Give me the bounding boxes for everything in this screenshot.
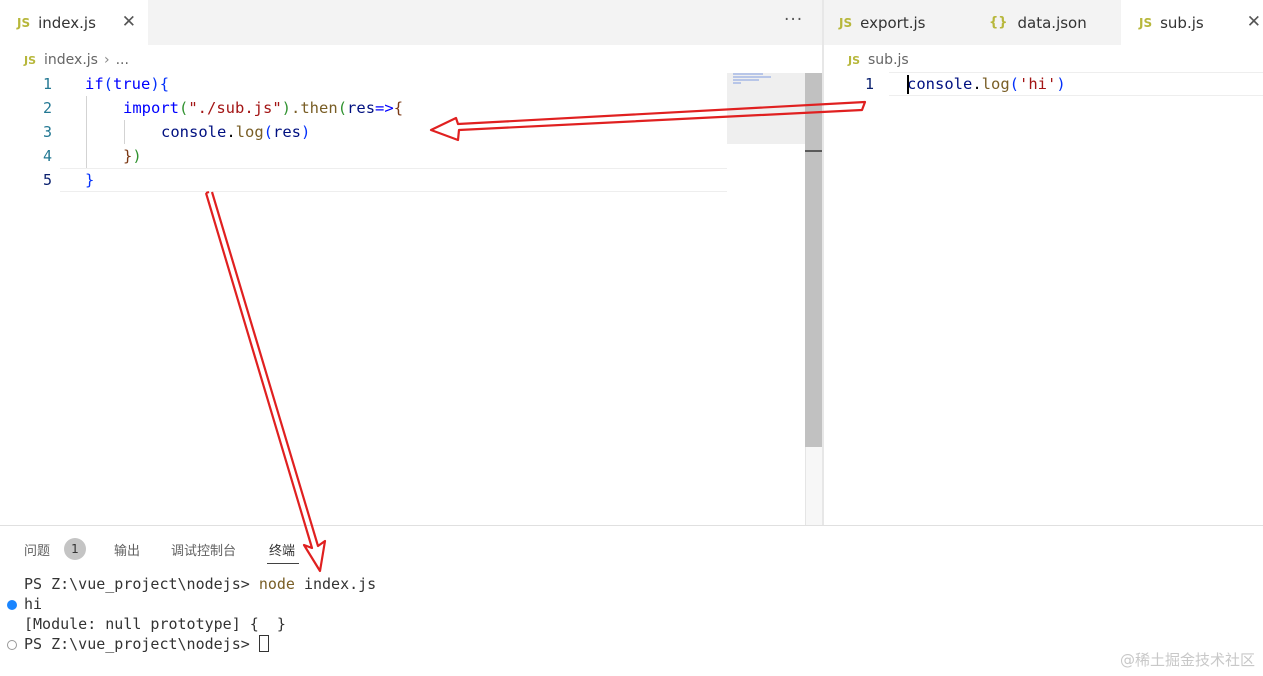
code-line-1[interactable]: if(true){ bbox=[85, 72, 169, 96]
breadcrumb-file[interactable]: index.js bbox=[44, 52, 98, 68]
js-file-icon: JS bbox=[17, 15, 31, 30]
code-line-4[interactable]: }) bbox=[123, 144, 142, 168]
tab-label: export.js bbox=[860, 13, 926, 32]
terminal-line: PS Z:\vue_project\nodejs> node index.js bbox=[24, 574, 376, 594]
watermark: @稀土掘金技术社区 bbox=[1119, 651, 1255, 669]
paren: ( bbox=[263, 123, 274, 141]
indent-guide bbox=[86, 96, 87, 168]
terminal-output: [Module: null prototype] { } bbox=[24, 615, 286, 633]
js-file-icon: JS bbox=[24, 53, 37, 67]
tab-debug-console[interactable]: 调试控制台 bbox=[171, 540, 236, 559]
method-name: log bbox=[981, 75, 1010, 93]
text-cursor bbox=[907, 75, 909, 94]
indent-guide bbox=[124, 120, 125, 144]
left-editor-group: JS index.js ✕ ··· JS index.js › ... 1 2 … bbox=[0, 0, 822, 525]
brace: } bbox=[85, 171, 95, 189]
js-file-icon: JS bbox=[839, 15, 853, 30]
js-file-icon: JS bbox=[1139, 15, 1153, 30]
dot: . bbox=[226, 123, 236, 141]
string-literal: 'hi' bbox=[1019, 75, 1057, 93]
cursor-position-marker bbox=[805, 150, 822, 152]
paren: ( bbox=[337, 99, 348, 117]
tab-sub-js[interactable]: JS sub.js ✕ bbox=[1121, 0, 1263, 45]
minimap-preview bbox=[733, 73, 773, 85]
keyword: import bbox=[123, 99, 179, 117]
line-number: 2 bbox=[42, 99, 52, 117]
dot: . bbox=[972, 75, 982, 93]
code-line-1[interactable]: console.log('hi') bbox=[907, 72, 1066, 96]
code-line-2[interactable]: import("./sub.js").then(res=>{ bbox=[123, 96, 403, 120]
paren: ) bbox=[301, 123, 311, 141]
line-number: 1 bbox=[42, 75, 52, 93]
paren: ) bbox=[281, 99, 292, 117]
terminal-input-line[interactable]: PS Z:\vue_project\nodejs> bbox=[24, 634, 269, 654]
paren: ) bbox=[150, 75, 160, 93]
close-icon[interactable]: ✕ bbox=[1247, 12, 1261, 32]
tab-problems[interactable]: 问题 bbox=[24, 540, 50, 559]
paren: ) bbox=[1056, 75, 1066, 93]
brace: } bbox=[123, 147, 133, 165]
terminal-argument: index.js bbox=[294, 575, 377, 593]
code-line-5[interactable]: } bbox=[85, 168, 94, 192]
more-actions-icon[interactable]: ··· bbox=[784, 10, 803, 30]
tab-label: index.js bbox=[38, 13, 96, 32]
js-file-icon: JS bbox=[848, 53, 861, 67]
close-icon[interactable]: ✕ bbox=[122, 12, 136, 32]
tab-export-js[interactable]: JS export.js bbox=[839, 0, 969, 45]
parameter: res bbox=[347, 99, 376, 117]
json-file-icon: {} bbox=[989, 15, 1008, 30]
code-line-3[interactable]: console.log(res) bbox=[161, 120, 310, 144]
paren: ) bbox=[132, 147, 142, 165]
line-number: 1 bbox=[864, 75, 874, 93]
identifier: console bbox=[161, 123, 227, 141]
breadcrumb-symbol[interactable]: ... bbox=[116, 52, 129, 68]
tab-output[interactable]: 输出 bbox=[114, 540, 140, 559]
paren: ( bbox=[1009, 75, 1020, 93]
brace: { bbox=[159, 75, 170, 93]
terminal-prompt: PS Z:\vue_project\nodejs> bbox=[24, 575, 259, 593]
current-line-highlight bbox=[60, 168, 727, 192]
command-pending-decoration-icon[interactable] bbox=[7, 640, 17, 650]
method-name: .then bbox=[291, 99, 338, 117]
line-number: 5 bbox=[42, 171, 52, 189]
active-tab-indicator bbox=[267, 563, 299, 564]
identifier: console bbox=[907, 75, 973, 93]
line-number: 3 bbox=[42, 123, 52, 141]
keyword: if bbox=[85, 75, 104, 93]
breadcrumb: JS index.js › ... bbox=[24, 49, 129, 71]
breadcrumb: JS sub.js bbox=[848, 49, 909, 71]
right-editor-group: JS export.js {} data.json JS sub.js ✕ JS… bbox=[824, 0, 1263, 525]
terminal-output: hi bbox=[24, 595, 43, 613]
paren: ( bbox=[179, 99, 189, 117]
problems-count-badge: 1 bbox=[64, 538, 86, 560]
left-tab-bar: JS index.js ✕ ··· bbox=[0, 0, 822, 45]
method-name: log bbox=[235, 123, 264, 141]
terminal-command: node bbox=[258, 575, 295, 593]
tab-label: sub.js bbox=[1160, 13, 1204, 32]
breadcrumb-file[interactable]: sub.js bbox=[868, 52, 909, 68]
tab-label: data.json bbox=[1017, 13, 1087, 32]
tab-data-json[interactable]: {} data.json bbox=[989, 0, 1119, 45]
line-number: 4 bbox=[42, 147, 52, 165]
paren: ( bbox=[103, 75, 114, 93]
bottom-panel: 问题 1 输出 调试控制台 终端 PS Z:\vue_project\nodej… bbox=[0, 525, 1263, 676]
terminal-cursor bbox=[258, 635, 269, 652]
line-numbers: 1 2 3 4 5 bbox=[0, 72, 52, 192]
boolean-literal: true bbox=[113, 75, 151, 93]
scrollbar-thumb[interactable] bbox=[805, 73, 822, 447]
right-tab-bar: JS export.js {} data.json JS sub.js ✕ bbox=[824, 0, 1263, 45]
command-success-decoration-icon[interactable] bbox=[7, 600, 17, 610]
identifier: res bbox=[273, 123, 302, 141]
chevron-right-icon: › bbox=[103, 52, 110, 68]
tab-index-js[interactable]: JS index.js ✕ bbox=[0, 0, 148, 45]
string-literal: "./sub.js" bbox=[188, 99, 282, 117]
tab-terminal[interactable]: 终端 bbox=[269, 540, 295, 559]
terminal-prompt: PS Z:\vue_project\nodejs> bbox=[24, 635, 259, 653]
brace: { bbox=[393, 99, 404, 117]
arrow-operator: => bbox=[375, 99, 394, 117]
